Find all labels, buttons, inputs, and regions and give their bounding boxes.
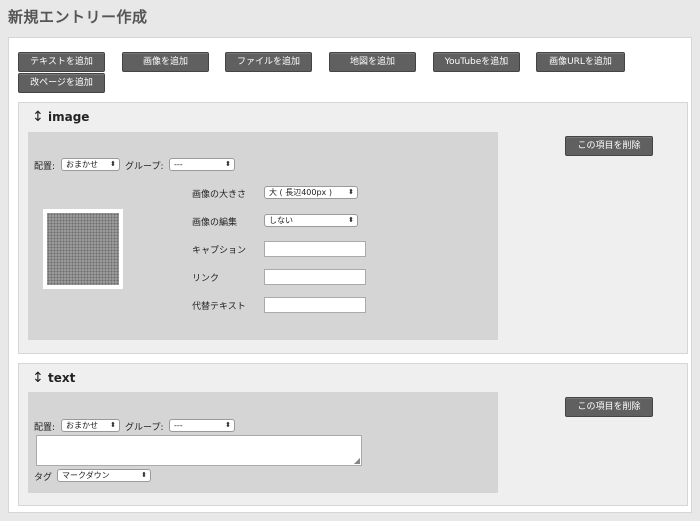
drag-handle-icon[interactable]: ↕ <box>32 110 44 124</box>
alt-text-label: 代替テキスト <box>192 302 246 312</box>
tag-select[interactable]: マークダウン ⬍ <box>57 469 151 482</box>
image-edit-value: しない <box>269 216 293 225</box>
add-text-button[interactable]: テキストを追加 <box>18 52 105 72</box>
select-caret-icon: ⬍ <box>141 471 147 479</box>
drag-handle-icon[interactable]: ↕ <box>32 371 44 385</box>
image-edit-select[interactable]: しない ⬍ <box>264 214 358 227</box>
add-youtube-button[interactable]: YouTubeを追加 <box>433 52 520 72</box>
select-caret-icon: ⬍ <box>225 160 231 168</box>
placement-value: おまかせ <box>66 421 98 430</box>
entry-editor: テキストを追加 画像を追加 ファイルを追加 地図を追加 YouTubeを追加 画… <box>8 37 692 513</box>
placement-label: 配置: <box>34 162 56 172</box>
image-entry: ↕ image この項目を削除 配置: おまかせ ⬍ グループ: --- ⬍ 画… <box>18 102 688 354</box>
add-page-break-button[interactable]: 改ページを追加 <box>18 73 105 93</box>
image-thumbnail[interactable] <box>43 209 123 289</box>
select-caret-icon: ⬍ <box>110 160 116 168</box>
image-entry-header[interactable]: ↕ image <box>32 110 89 124</box>
select-caret-icon: ⬍ <box>348 216 354 224</box>
text-entry-panel: 配置: おまかせ ⬍ グループ: --- ⬍ ◢ タグ マークダウン ⬍ <box>28 392 498 493</box>
group-label: グループ: <box>125 423 164 433</box>
image-size-select[interactable]: 大 ( 長辺400px ) ⬍ <box>264 186 358 199</box>
add-map-button[interactable]: 地図を追加 <box>329 52 416 72</box>
select-caret-icon: ⬍ <box>110 421 116 429</box>
group-value: --- <box>174 160 183 169</box>
caption-label: キャプション <box>192 246 247 256</box>
image-edit-label: 画像の編集 <box>192 218 238 228</box>
caption-input[interactable] <box>264 241 366 257</box>
text-entry-header[interactable]: ↕ text <box>32 371 75 385</box>
delete-image-entry-button[interactable]: この項目を削除 <box>565 136 653 156</box>
select-caret-icon: ⬍ <box>225 421 231 429</box>
image-entry-panel: 配置: おまかせ ⬍ グループ: --- ⬍ 画像の大きさ 大 ( 長辺400p… <box>28 132 498 340</box>
tag-label: タグ <box>34 473 53 483</box>
placement-select[interactable]: おまかせ ⬍ <box>61 158 120 171</box>
text-entry: ↕ text この項目を削除 配置: おまかせ ⬍ グループ: --- ⬍ ◢ … <box>18 363 688 506</box>
page-title: 新規エントリー作成 <box>8 8 148 26</box>
image-entry-title: image <box>48 110 90 124</box>
add-image-url-button[interactable]: 画像URLを追加 <box>536 52 625 72</box>
placement-label: 配置: <box>34 423 56 433</box>
add-image-button[interactable]: 画像を追加 <box>122 52 209 72</box>
text-body-textarea[interactable]: ◢ <box>36 435 362 466</box>
group-value: --- <box>174 421 183 430</box>
group-label: グループ: <box>125 162 164 172</box>
group-select[interactable]: --- ⬍ <box>169 419 235 432</box>
select-caret-icon: ⬍ <box>348 188 354 196</box>
placement-value: おまかせ <box>66 160 98 169</box>
image-preview <box>47 213 119 285</box>
add-file-button[interactable]: ファイルを追加 <box>225 52 312 72</box>
delete-text-entry-button[interactable]: この項目を削除 <box>565 397 653 417</box>
image-size-label: 画像の大きさ <box>192 190 247 200</box>
alt-text-input[interactable] <box>264 297 366 313</box>
placement-select[interactable]: おまかせ ⬍ <box>61 419 120 432</box>
link-input[interactable] <box>264 269 366 285</box>
group-select[interactable]: --- ⬍ <box>169 158 235 171</box>
image-size-value: 大 ( 長辺400px ) <box>269 188 332 197</box>
resize-handle-icon[interactable]: ◢ <box>354 457 360 465</box>
tag-value: マークダウン <box>62 471 110 480</box>
link-label: リンク <box>192 274 220 284</box>
text-entry-title: text <box>48 371 76 385</box>
